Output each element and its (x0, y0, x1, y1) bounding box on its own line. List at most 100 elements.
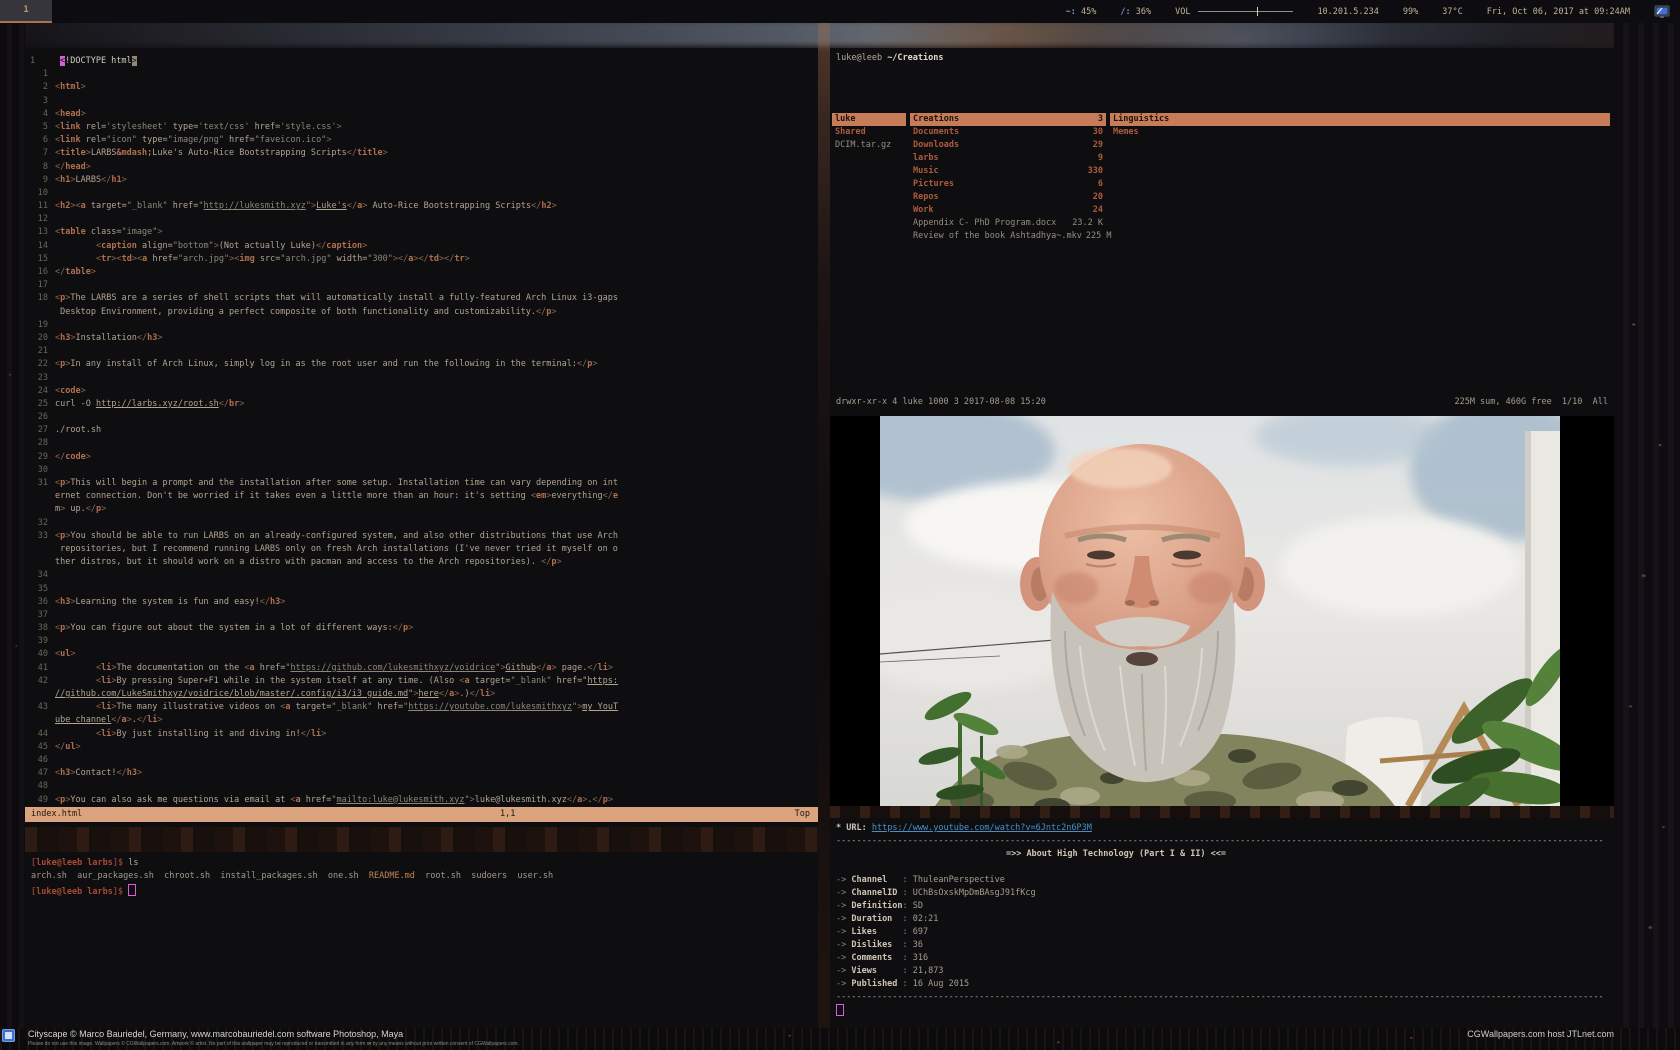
file-entry-linguistics[interactable]: Linguistics (1110, 113, 1610, 126)
editor-line: 48 (25, 780, 818, 793)
editor-line: 33<p>You should be able to run LARBS on … (25, 530, 818, 543)
statusbar-text: Fri, Oct 06, 2017 at 09:24AM (1487, 7, 1630, 17)
editor-window[interactable]: 1<!DOCTYPE html>12<html>34<head>5<link r… (25, 48, 818, 827)
wallpaper-credit: Cityscape © Marco Bauriedel, Germany, ww… (28, 1029, 403, 1039)
wallpaper-gap (818, 23, 830, 1028)
editor-line: 17 (25, 279, 818, 292)
editor-filename: index.html (31, 809, 82, 819)
editor-line: 1<!DOCTYPE html> (25, 55, 818, 68)
volume-module: VOL (1175, 7, 1293, 17)
video-window[interactable] (830, 416, 1614, 806)
editor-line: 5<link rel='stylesheet' type='text/css' … (25, 121, 818, 134)
editor-line: 19 (25, 319, 818, 332)
editor-line: m> up.</p> (25, 503, 818, 516)
editor-line: 49<p>You can also ask me questions via e… (25, 794, 818, 807)
disk-icon: /: (1120, 7, 1130, 17)
editor-line: 40<ul> (25, 648, 818, 661)
editor-line: 46 (25, 754, 818, 767)
file-entry-shared[interactable]: Shared (832, 126, 906, 139)
editor-buffer[interactable]: 1<!DOCTYPE html>12<html>34<head>5<link r… (25, 55, 818, 820)
video-url-line: * URL: https://www.youtube.com/watch?v=6… (836, 822, 1614, 835)
file-manager-preview-column: LinguisticsMemes (1110, 113, 1610, 139)
editor-line: Desktop Environment, providing a perfect… (25, 306, 818, 319)
shell-prompt-line: [luke@leeb larbs]$ ls (31, 857, 818, 870)
file-entry-luke[interactable]: luke (832, 113, 906, 126)
video-field-channelid: -> ChannelID : UChBsOxskMpDmBAsgJ91fKcg (836, 887, 1614, 900)
volume-label: VOL (1175, 7, 1190, 17)
file-manager-cwd: ~/Creations (887, 53, 943, 63)
file-entry-documents[interactable]: Documents30 (910, 126, 1106, 139)
tray-display-icon[interactable] (1654, 5, 1670, 19)
file-entry-dcim-tar-gz[interactable]: DCIM.tar.gz (832, 139, 906, 152)
editor-line: 10 (25, 187, 818, 200)
cursor-line (836, 1004, 1614, 1017)
video-title: =>> About High Technology (Part I & II) … (836, 848, 1396, 861)
editor-scroll-position: Top (795, 807, 810, 822)
blank-line (836, 861, 1614, 874)
video-field-channel: -> Channel : ThuleanPerspective (836, 874, 1614, 887)
editor-line: 45</ul> (25, 741, 818, 754)
wallpaper-band-right (830, 806, 1614, 818)
statusbar-text: 10.201.5.234 (1317, 7, 1378, 17)
editor-line: 34 (25, 569, 818, 582)
file-entry-work[interactable]: Work24 (910, 204, 1106, 217)
editor-line: ernet connection. Don't be worried if it… (25, 490, 818, 503)
file-entry-larbs[interactable]: larbs9 (910, 152, 1106, 165)
editor-line: 4<head> (25, 108, 818, 121)
file-entry-pictures[interactable]: Pictures6 (910, 178, 1106, 191)
file-entry-downloads[interactable]: Downloads29 (910, 139, 1106, 152)
editor-line: 41 <li>The documentation on the <a href=… (25, 662, 818, 675)
editor-line: 2<html> (25, 81, 818, 94)
file-entry-repos[interactable]: Repos20 (910, 191, 1106, 204)
file-entry-memes[interactable]: Memes (1110, 126, 1610, 139)
terminal-window-left[interactable]: [luke@leeb larbs]$ lsarch.sh aur_package… (25, 852, 818, 1028)
disk-usage-module: ~: 45% (1066, 7, 1097, 17)
editor-line: 22<p>In any install of Arch Linux, simpl… (25, 358, 818, 371)
disk-icon: ~: (1066, 7, 1076, 17)
editor-line: 1 (25, 68, 818, 81)
wallpaper-band-left (25, 823, 818, 852)
editor-line: 12 (25, 213, 818, 226)
wallpaper-credit-fineprint: Please do not use this image. Wallpapers… (28, 1041, 519, 1047)
file-entry-music[interactable]: Music330 (910, 165, 1106, 178)
workspace-indicator[interactable]: 1 (0, 0, 52, 23)
editor-statusline: index.html 1,1 Top (25, 807, 818, 822)
file-manager-window[interactable]: luke@leeb ~/Creations lukeSharedDCIM.tar… (830, 48, 1614, 412)
video-field-views: -> Views : 21,873 (836, 965, 1614, 978)
video-url-link[interactable]: https://www.youtube.com/watch?v=6Jntc2n6… (872, 823, 1092, 833)
editor-line: 7<title>LARBS&mdash;Luke's Auto-Rice Boo… (25, 147, 818, 160)
editor-line: 9<h1>LARBS</h1> (25, 174, 818, 187)
status-bar: 1 ~: 45%/: 36%VOL10.201.5.23499%37°CFri,… (0, 0, 1680, 23)
editor-line: 14 <caption align="bottom">(Not actually… (25, 240, 818, 253)
statusbar-modules: ~: 45%/: 36%VOL10.201.5.23499%37°CFri, O… (1066, 5, 1680, 19)
terminal-cursor (836, 1004, 844, 1016)
editor-line: 37 (25, 609, 818, 622)
ls-output-line: arch.sh aur_packages.sh chroot.sh instal… (31, 870, 818, 883)
volume-slider[interactable] (1198, 7, 1293, 16)
editor-line: 36<h3>Learning the system is fun and eas… (25, 596, 818, 609)
editor-line: 18<p>The LARBS are a series of shell scr… (25, 292, 818, 305)
terminal-window-right[interactable]: * URL: https://www.youtube.com/watch?v=6… (830, 818, 1614, 1028)
editor-line: repositories, but I recommend running LA… (25, 543, 818, 556)
disk-usage-module: /: 36% (1120, 7, 1151, 17)
video-field-likes: -> Likes : 697 (836, 926, 1614, 939)
file-manager-parent-column: lukeSharedDCIM.tar.gz (832, 113, 906, 152)
editor-line: 23 (25, 372, 818, 385)
file-manager-path: luke@leeb ~/Creations (830, 48, 1614, 66)
file-manager-summary: 225M sum, 460G free 1/10 All (1454, 396, 1608, 409)
editor-line: 8</head> (25, 161, 818, 174)
editor-line: 35 (25, 583, 818, 596)
editor-line: 20<h3>Installation</h3> (25, 332, 818, 345)
file-entry-review-of-the-book-ashtadhya-mkv[interactable]: Review of the book Ashtadhya~.mkv225 M (910, 230, 1106, 243)
file-entry-appendix-c-phd-program-docx[interactable]: Appendix C- PhD Program.docx23.2 K (910, 217, 1106, 230)
editor-line: 6<link rel="icon" type="image/png" href=… (25, 134, 818, 147)
editor-line: 44 <li>By just installing it and diving … (25, 728, 818, 741)
editor-line: 25curl -O http://larbs.xyz/root.sh</br> (25, 398, 818, 411)
editor-line: 21 (25, 345, 818, 358)
editor-line: 29</code> (25, 451, 818, 464)
statusbar-text: 37°C (1442, 7, 1462, 17)
file-entry-creations[interactable]: Creations3 (910, 113, 1106, 126)
editor-line: ube channel</a>.</li> (25, 714, 818, 727)
file-manager-user: luke@leeb (836, 53, 887, 63)
file-manager-statusbar: drwxr-xr-x 4 luke 1000 3 2017-08-08 15:2… (836, 396, 1608, 409)
